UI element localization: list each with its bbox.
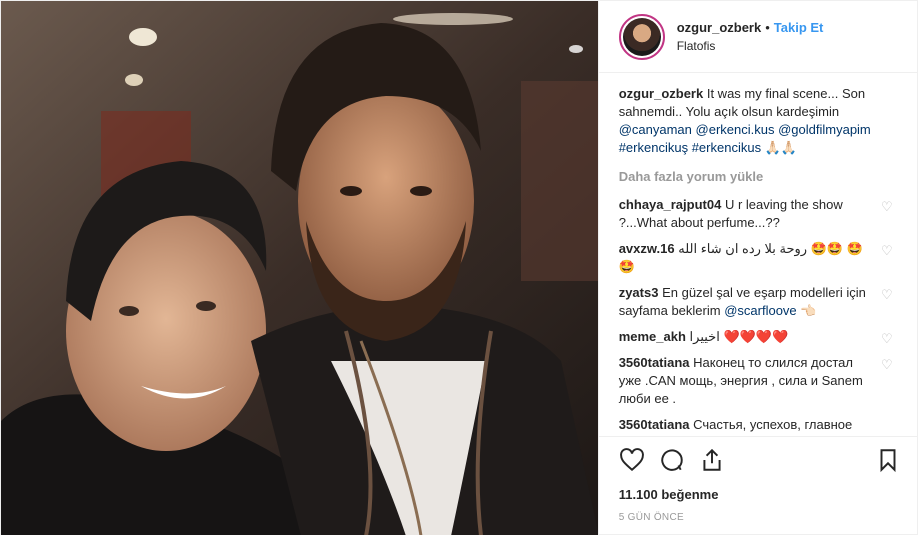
post-timestamp: 5 GÜN ÖNCE <box>618 512 684 523</box>
comment-item: meme_akh اخييرا ❤️❤️❤️❤️ ♡ <box>619 328 901 346</box>
post-photo[interactable] <box>1 1 598 535</box>
caption-emoji: 🙏🏻🙏🏻 <box>764 140 798 155</box>
comment-username[interactable]: 3560tatiana <box>619 417 690 432</box>
comment-emoji: 👈🏻 <box>800 303 817 318</box>
comment-username[interactable]: avxzw.16 <box>619 241 675 256</box>
mention-goldfilmyapim[interactable]: @goldfilmyapim <box>778 122 871 137</box>
bookmark-icon[interactable] <box>875 443 901 477</box>
comments-list[interactable]: ozgur_ozberk It was my final scene... So… <box>599 73 917 436</box>
comment-item: zyats3 En güzel şal ve eşarp modelleri i… <box>619 284 901 320</box>
small-heart-icon[interactable]: ♡ <box>881 356 895 372</box>
comment-username[interactable]: chhaya_rajput04 <box>619 197 722 212</box>
comment-item: 3560tatiana Наконец то слился достал уже… <box>619 354 901 408</box>
caption-username[interactable]: ozgur_ozberk <box>619 86 704 101</box>
comment-item: 3560tatiana Счастья, успехов, главное зд… <box>619 416 901 436</box>
comment-username[interactable]: zyats3 <box>619 285 659 300</box>
post-caption: ozgur_ozberk It was my final scene... So… <box>619 85 901 157</box>
comment-username[interactable]: meme_akh <box>619 329 686 344</box>
small-heart-icon[interactable]: ♡ <box>881 242 895 258</box>
small-heart-icon[interactable]: ♡ <box>881 198 895 214</box>
selfie-image <box>1 1 598 535</box>
likes-count[interactable]: 11.100 beğenme <box>619 487 901 502</box>
small-heart-icon[interactable]: ♡ <box>881 330 895 346</box>
post-side-panel: ozgur_ozberk • Takip Et Flatofis ozgur_o… <box>597 1 917 535</box>
share-icon[interactable] <box>699 443 739 477</box>
follow-button[interactable]: Takip Et <box>774 20 824 35</box>
heart-icon[interactable] <box>619 443 659 477</box>
post-actions: 11.100 beğenme 5 GÜN ÖNCE <box>598 436 917 535</box>
comment-username[interactable]: 3560tatiana <box>619 355 690 370</box>
comment-mention[interactable]: @scarfloove <box>724 303 796 318</box>
separator-dot: • <box>765 20 770 35</box>
location-link[interactable]: Flatofis <box>677 39 824 53</box>
mention-canyaman[interactable]: @canyaman <box>619 122 692 137</box>
load-more-comments-button[interactable]: Daha fazla yorum yükle <box>619 169 901 184</box>
post-header: ozgur_ozberk • Takip Et Flatofis <box>598 1 917 73</box>
comment-text: اخييرا ❤️❤️❤️❤️ <box>689 329 789 344</box>
mention-erkenci-kus[interactable]: @erkenci.kus <box>696 122 775 137</box>
avatar[interactable] <box>618 13 665 60</box>
comment-item: chhaya_rajput04 U r leaving the show ?..… <box>619 196 901 232</box>
instagram-post: ozgur_ozberk • Takip Et Flatofis ozgur_o… <box>0 0 918 535</box>
hashtag-erkencikus-tr[interactable]: #erkencikuş <box>619 140 688 155</box>
comment-icon[interactable] <box>659 443 699 477</box>
comment-item: avxzw.16 روحة بلا رده ان شاء الله 🤩🤩 🤩🤩 … <box>619 240 901 276</box>
hashtag-erkencikus[interactable]: #erkencikus <box>692 140 761 155</box>
header-username[interactable]: ozgur_ozberk <box>677 20 762 35</box>
small-heart-icon[interactable]: ♡ <box>881 286 895 302</box>
